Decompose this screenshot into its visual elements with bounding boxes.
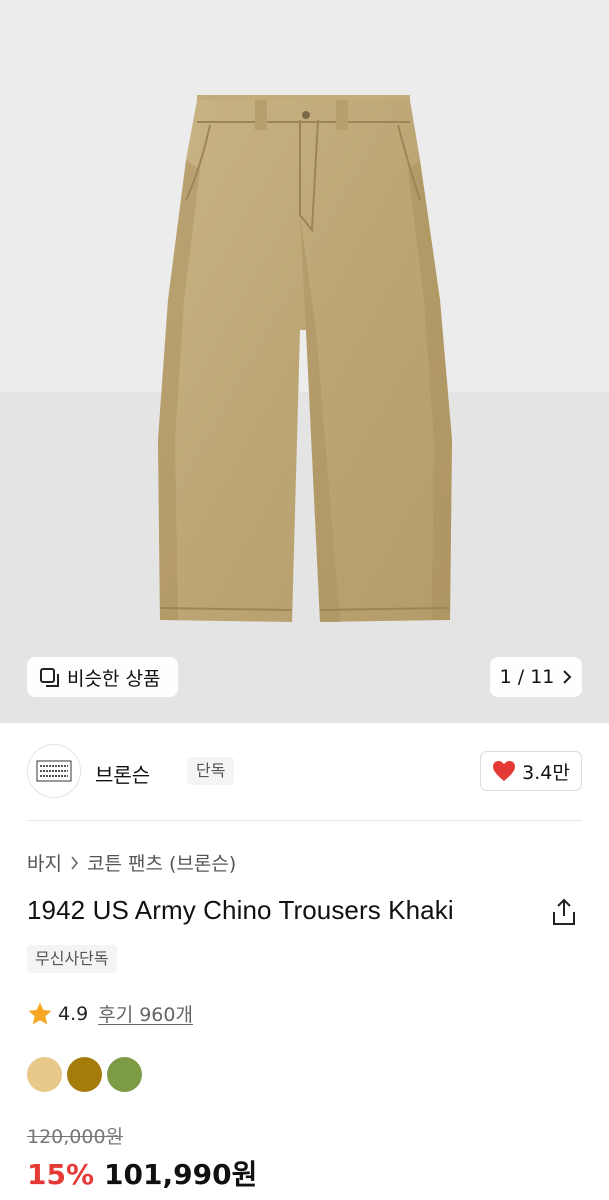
brand-name[interactable]: 브론슨: [95, 759, 150, 788]
similar-items-button[interactable]: 비슷한 상품: [27, 657, 178, 697]
exclusive-badge: 무신사단독: [27, 945, 117, 973]
chevron-right-icon: [563, 670, 572, 684]
like-button[interactable]: 3.4만: [480, 751, 582, 791]
similar-items-icon: [40, 668, 59, 687]
brand-logo-image: [36, 760, 72, 782]
color-swatch-2[interactable]: [67, 1057, 102, 1092]
color-swatch-1[interactable]: [27, 1057, 62, 1092]
chevron-right-icon: [71, 855, 79, 870]
divider: [27, 820, 582, 821]
sale-price: 101,990원: [104, 1158, 258, 1191]
share-icon[interactable]: [551, 898, 577, 926]
exclusive-tag: 단독: [187, 757, 235, 785]
breadcrumb: 바지 코튼 팬츠 (브론슨): [27, 849, 236, 876]
breadcrumb-category[interactable]: 바지: [27, 849, 62, 876]
breadcrumb-subcategory[interactable]: 코튼 팬츠 (브론슨): [87, 849, 236, 876]
review-count-link[interactable]: 후기 960개: [98, 1000, 193, 1027]
rating-score: 4.9: [58, 1002, 89, 1025]
product-image: [158, 95, 452, 622]
similar-items-label: 비슷한 상품: [67, 667, 161, 690]
color-swatch-3[interactable]: [107, 1057, 142, 1092]
brand-logo[interactable]: [27, 744, 81, 798]
star-icon: [28, 1002, 52, 1024]
rating: 4.9 후기 960개: [27, 1000, 193, 1027]
price-row: 15% 101,990원: [27, 1153, 257, 1193]
heart-icon: [493, 761, 516, 781]
product-image-gallery[interactable]: 비슷한 상품 1 / 11: [0, 0, 609, 723]
pager-text: 1 / 11: [499, 666, 555, 688]
product-title: 1942 US Army Chino Trousers Khaki: [27, 895, 454, 925]
like-count: 3.4만: [522, 761, 570, 784]
brand-row: 브론슨 단독 3.4만: [27, 744, 582, 798]
color-swatches: [27, 1057, 147, 1092]
original-price: 120,000원: [27, 1126, 124, 1148]
discount-rate: 15%: [27, 1158, 95, 1191]
image-pager[interactable]: 1 / 11: [490, 657, 582, 697]
